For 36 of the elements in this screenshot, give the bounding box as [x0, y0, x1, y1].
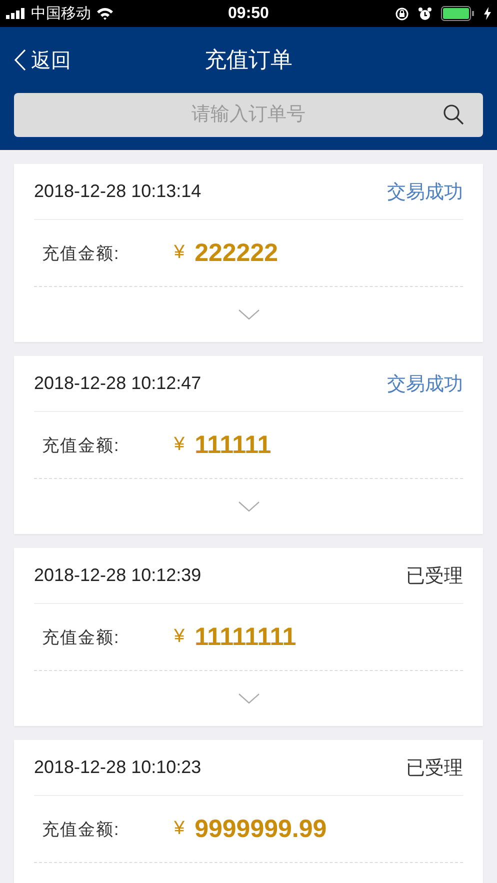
order-time: 2018-12-28 10:12:47 [34, 373, 202, 394]
currency-symbol: ¥ [174, 242, 185, 264]
back-button[interactable]: 返回 [14, 46, 71, 74]
chevron-down-icon[interactable] [238, 501, 260, 512]
search-field[interactable]: 请输入订单号 [14, 93, 483, 137]
amount-value: 9999999.99 [194, 814, 327, 844]
chevron-down-icon[interactable] [238, 693, 260, 704]
signal-icon [6, 8, 26, 19]
wifi-icon [96, 7, 114, 20]
order-time: 2018-12-28 10:13:14 [34, 181, 202, 202]
order-status: 已受理 [406, 564, 463, 588]
currency-symbol: ¥ [174, 818, 185, 840]
charging-icon [484, 7, 491, 20]
amount-value: 111111 [194, 430, 272, 460]
clock-time: 09:50 [228, 4, 269, 22]
battery-icon [441, 6, 475, 21]
amount-label: 充值金额: [42, 434, 121, 456]
currency-symbol: ¥ [174, 434, 185, 456]
rotation-lock-icon [395, 6, 409, 20]
alarm-icon [418, 6, 432, 20]
amount-value: 11111111 [194, 622, 296, 652]
search-icon[interactable] [443, 104, 464, 125]
amount-label: 充值金额: [42, 818, 121, 840]
page-title: 充值订单 [204, 46, 292, 74]
amount-value: 222222 [194, 238, 278, 268]
order-status: 交易成功 [387, 180, 463, 204]
order-time: 2018-12-28 10:10:23 [34, 757, 202, 778]
order-status: 已受理 [406, 756, 463, 780]
chevron-left-icon [14, 49, 26, 71]
order-time: 2018-12-28 10:12:39 [34, 565, 202, 586]
currency-symbol: ¥ [174, 626, 185, 648]
chevron-down-icon[interactable] [238, 309, 260, 320]
amount-label: 充值金额: [42, 242, 121, 264]
carrier-name: 中国移动 [31, 4, 91, 23]
order-status: 交易成功 [387, 372, 463, 396]
amount-label: 充值金额: [42, 626, 121, 648]
